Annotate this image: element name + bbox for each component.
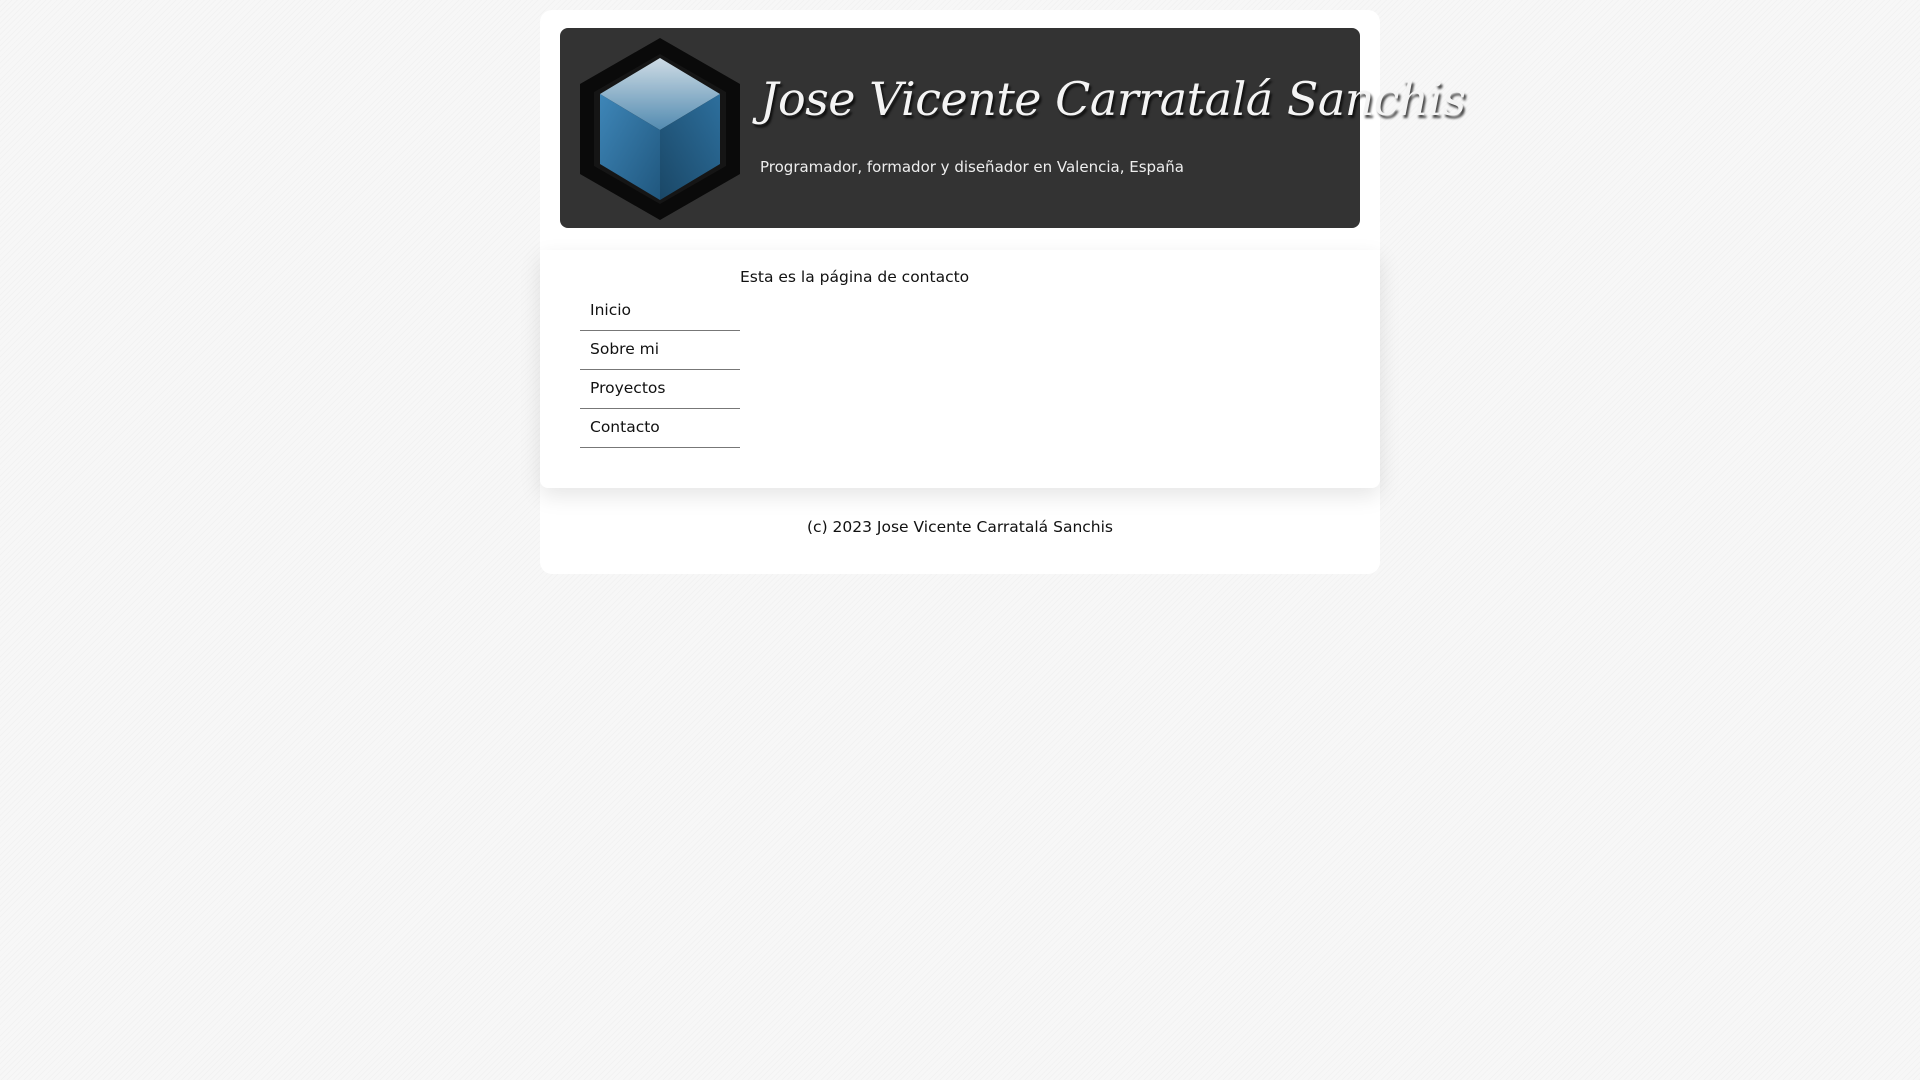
nav-link-sobre-mi[interactable]: Sobre mi xyxy=(580,331,740,370)
nav-item-contacto: Contacto xyxy=(580,409,740,448)
site-title: Jose Vicente Carratalá Sanchis xyxy=(760,72,1466,126)
page-container: Jose Vicente Carratalá Sanchis Programad… xyxy=(540,10,1466,574)
main-content-text: Esta es la página de contacto xyxy=(740,268,970,286)
nav-list: Inicio Sobre mi Proyectos Contacto xyxy=(580,292,740,448)
nav-link-proyectos[interactable]: Proyectos xyxy=(580,370,740,409)
nav-link-inicio[interactable]: Inicio xyxy=(580,292,740,331)
site-footer: (c) 2023 Jose Vicente Carratalá Sanchis xyxy=(807,518,1113,536)
nav-link-contacto[interactable]: Contacto xyxy=(580,409,740,448)
site-tagline: Programador, formador y diseñador en Val… xyxy=(760,158,1184,176)
nav-item-inicio: Inicio xyxy=(580,292,740,331)
site-header: Jose Vicente Carratalá Sanchis Programad… xyxy=(560,28,1466,228)
nav-item-proyectos: Proyectos xyxy=(580,370,740,409)
logo-cube-icon xyxy=(580,38,740,220)
nav-item-sobre-mi: Sobre mi xyxy=(580,331,740,370)
